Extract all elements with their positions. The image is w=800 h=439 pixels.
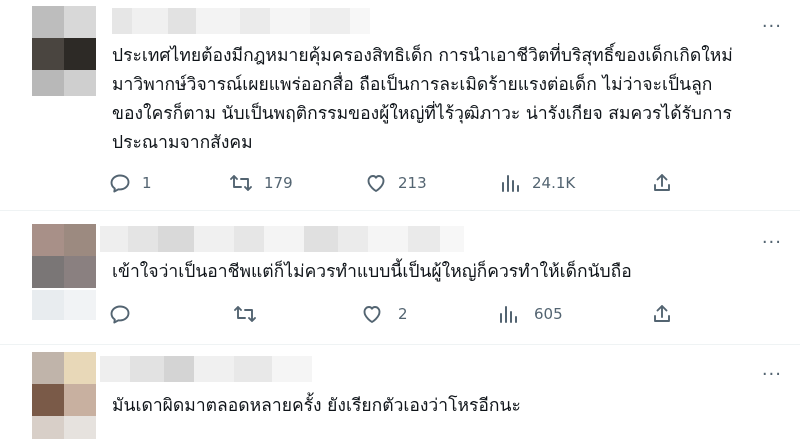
like-count: 213 xyxy=(398,174,427,192)
retweet-icon xyxy=(230,175,252,191)
avatar-lower xyxy=(32,70,96,96)
reply-text: มันเดาผิดมาตลอดหลายครั้ง ยังเรียกตัวเองว… xyxy=(112,396,521,416)
views-button[interactable]: 605 xyxy=(496,299,563,329)
views-button[interactable]: 24.1K xyxy=(498,168,575,198)
avatar[interactable] xyxy=(32,224,96,288)
avatar-lower xyxy=(32,416,96,439)
avatar[interactable] xyxy=(32,352,96,416)
share-icon xyxy=(654,174,670,191)
reply-text: เข้าใจว่าเป็นอาชีพแต่ก็ไม่ควรทำแบบนี้เป็… xyxy=(112,262,632,282)
like-count: 2 xyxy=(398,305,408,323)
view-count: 605 xyxy=(534,305,563,323)
views-icon xyxy=(500,306,517,323)
reply-icon xyxy=(110,174,130,193)
retweet-count: 179 xyxy=(264,174,293,192)
reply-button[interactable]: 1 xyxy=(108,168,152,198)
retweet-button[interactable] xyxy=(232,299,268,329)
username-blurred[interactable] xyxy=(100,226,464,252)
reply-count: 1 xyxy=(142,174,152,192)
reply-button[interactable] xyxy=(108,299,142,329)
reply-tweet[interactable]: ··· มันเดาผิดมาตลอดหลายครั้ง ยังเรียกตัว… xyxy=(0,344,800,439)
reply-tweet[interactable]: ··· เข้าใจว่าเป็นอาชีพแต่ก็ไม่ควรทำแบบนี… xyxy=(0,210,800,345)
retweet-icon xyxy=(234,306,256,322)
like-icon xyxy=(367,175,385,192)
more-icon[interactable]: ··· xyxy=(762,18,782,36)
avatar-lower xyxy=(32,290,96,320)
reply-text: ประเทศไทยต้องมีกฎหมายคุ้มครองสิทธิเด็ก ก… xyxy=(112,46,733,153)
avatar[interactable] xyxy=(32,6,96,70)
reply-tweet[interactable]: ··· ประเทศไทยต้องมีกฎหมายคุ้มครองสิทธิเด… xyxy=(0,0,800,211)
share-button[interactable] xyxy=(650,168,674,198)
reply-icon xyxy=(110,305,130,324)
like-button[interactable]: 2 xyxy=(360,299,408,329)
like-icon xyxy=(363,306,381,323)
username-blurred[interactable] xyxy=(100,356,312,382)
retweet-button[interactable]: 179 xyxy=(228,168,293,198)
share-icon xyxy=(654,305,670,322)
views-icon xyxy=(502,175,519,192)
username-blurred[interactable] xyxy=(112,8,370,34)
action-bar: 2 605 xyxy=(108,299,678,329)
like-button[interactable]: 213 xyxy=(364,168,427,198)
share-button[interactable] xyxy=(650,299,674,329)
view-count: 24.1K xyxy=(532,174,576,192)
more-icon[interactable]: ··· xyxy=(762,234,782,252)
more-icon[interactable]: ··· xyxy=(762,366,782,384)
action-bar: 1 179 213 24.1K xyxy=(108,168,678,198)
